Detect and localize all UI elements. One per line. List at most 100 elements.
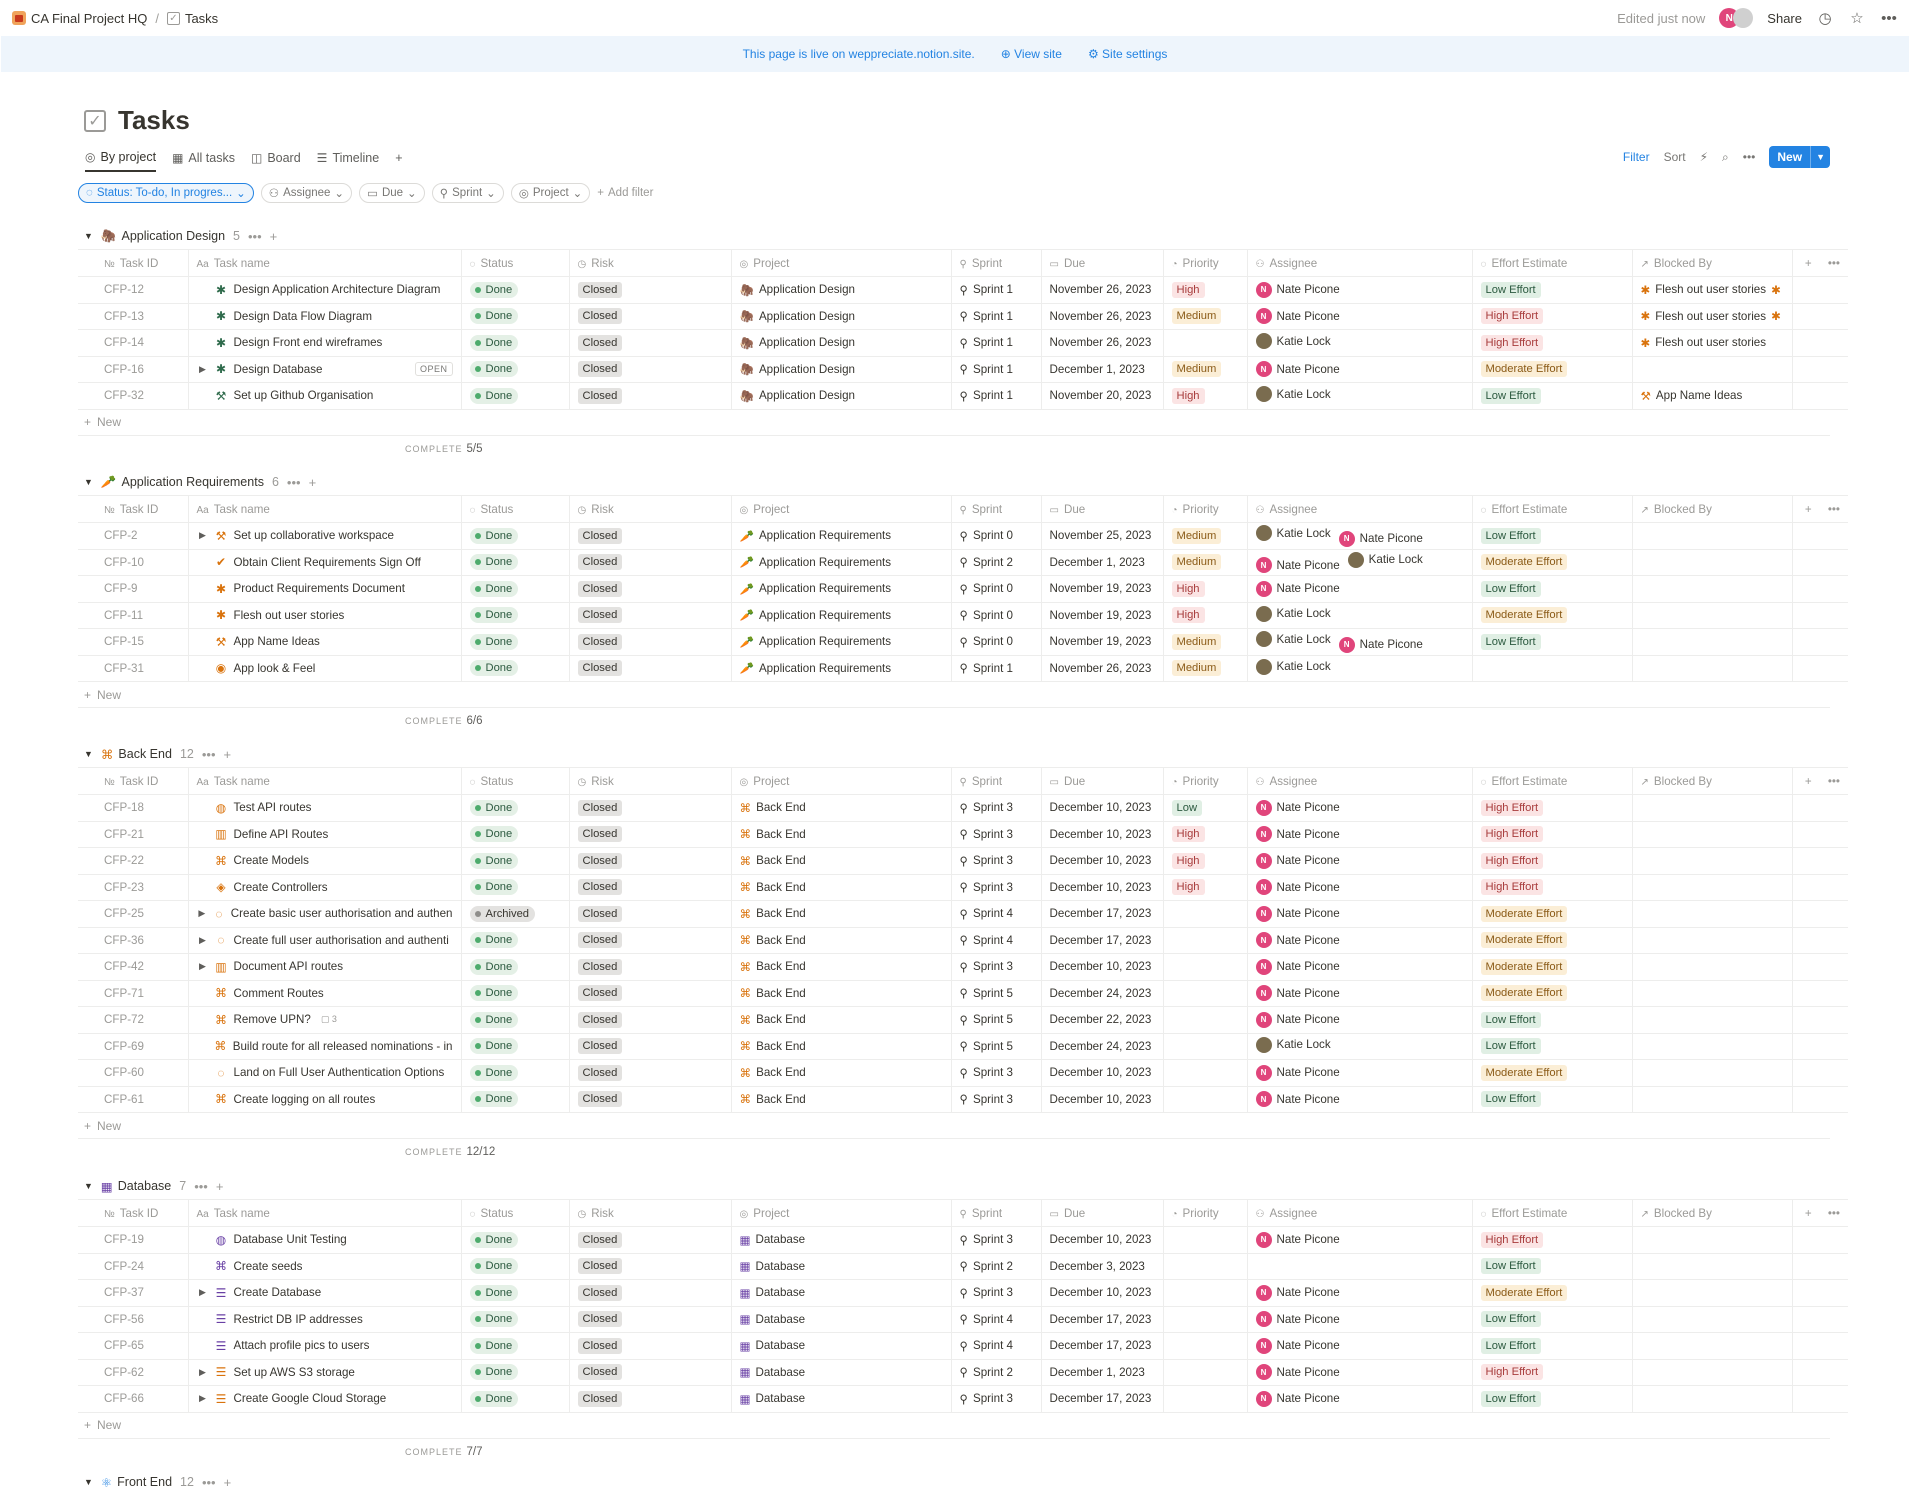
assignee[interactable]: Katie Lock: [1347, 551, 1423, 568]
sprint-link[interactable]: ⚲ Sprint 3: [960, 801, 1033, 815]
new-button[interactable]: New ▼: [1769, 146, 1830, 168]
column-header-project[interactable]: ◎ Project: [730, 495, 951, 523]
project-link[interactable]: 🥕 Application Requirements: [740, 608, 943, 623]
sprint-link[interactable]: ⚲ Sprint 1: [960, 309, 1033, 324]
task-name[interactable]: Create Controllers: [234, 881, 328, 894]
table-row[interactable]: CFP-37 ▶ ☰ Create Database Done Closed ▦ Databa…: [78, 1279, 1848, 1307]
column-header-priority[interactable]: ◔ Priority: [1162, 767, 1247, 795]
sprint-link[interactable]: ⚲ Sprint 4: [960, 907, 1033, 921]
task-name[interactable]: App look & Feel: [234, 662, 316, 675]
assignee[interactable]: N Nate Picone: [1255, 1284, 1340, 1301]
more-icon[interactable]: •••: [1828, 1207, 1840, 1220]
assignee[interactable]: N Nate Picone: [1255, 1064, 1340, 1081]
tab-all-tasks[interactable]: ▦ All tasks: [172, 151, 235, 171]
group-name[interactable]: ⌘ Back End: [101, 747, 172, 762]
new-button-label[interactable]: New: [1769, 146, 1812, 168]
star-icon[interactable]: ☆: [1848, 9, 1866, 27]
table-row[interactable]: CFP-72 ⌘ Remove UPN? ▢ 3 Done Closed ⌘ Back End…: [78, 1006, 1848, 1034]
sprint-filter[interactable]: ⚲ Sprint ⌄: [431, 183, 504, 203]
project-link[interactable]: ▦ Database: [740, 1365, 943, 1380]
column-header-sprint[interactable]: ⚲ Sprint: [950, 1199, 1041, 1227]
task-name[interactable]: Obtain Client Requirements Sign Off: [234, 556, 421, 569]
column-header-risk[interactable]: ◷ Risk: [568, 1199, 731, 1227]
assignee[interactable]: N Nate Picone: [1255, 852, 1340, 869]
sprint-link[interactable]: ⚲ Sprint 2: [960, 1365, 1033, 1380]
toggle-arrow-icon[interactable]: ▶: [197, 1393, 209, 1404]
column-header-id[interactable]: № Task ID: [78, 495, 188, 523]
assignee[interactable]: N Nate Picone: [1255, 1390, 1340, 1407]
task-name[interactable]: Restrict DB IP addresses: [234, 1313, 363, 1326]
toggle-arrow-icon[interactable]: ▶: [197, 1367, 209, 1378]
comment-count[interactable]: ▢ 3: [321, 1014, 337, 1025]
sprint-link[interactable]: ⚲ Sprint 0: [960, 608, 1033, 623]
column-header-sprint[interactable]: ⚲ Sprint: [950, 249, 1041, 277]
column-header-effort[interactable]: ◌ Effort Estimate: [1471, 495, 1632, 523]
assignee[interactable]: Katie Lock: [1255, 1036, 1331, 1053]
table-row[interactable]: CFP-13 ✱ Design Data Flow Diagram Done Close…: [78, 303, 1848, 330]
project-link[interactable]: ▦ Database: [740, 1233, 943, 1247]
more-icon[interactable]: •••: [1828, 775, 1840, 788]
table-row[interactable]: CFP-32 ⚒ Set up Github Organisation Done Clo…: [78, 382, 1848, 410]
checkbox-icon[interactable]: ✓: [84, 109, 106, 132]
task-name[interactable]: Test API routes: [234, 801, 312, 814]
more-icon[interactable]: •••: [202, 1475, 216, 1490]
column-header-project[interactable]: ◎ Project: [730, 249, 951, 277]
task-name[interactable]: Create Database: [234, 1286, 322, 1299]
breadcrumb-workspace[interactable]: CA Final Project HQ: [31, 11, 147, 26]
column-header-project[interactable]: ◎ Project: [730, 767, 951, 795]
group-name[interactable]: 🦣 Application Design: [101, 229, 225, 244]
search-icon[interactable]: ⌕: [1722, 150, 1729, 165]
breadcrumb-page[interactable]: Tasks: [185, 11, 218, 26]
project-link[interactable]: ⌘ Back End: [740, 801, 943, 815]
sprint-link[interactable]: ⚲ Sprint 5: [960, 1013, 1033, 1027]
assignee[interactable]: N Nate Picone: [1255, 1231, 1340, 1248]
task-name[interactable]: Product Requirements Document: [234, 582, 405, 595]
sprint-link[interactable]: ⚲ Sprint 4: [960, 1339, 1033, 1353]
assignee[interactable]: N Nate Picone: [1255, 1091, 1340, 1108]
page-title[interactable]: Tasks: [118, 105, 190, 136]
project-filter[interactable]: ◎ Project ⌄: [510, 183, 591, 203]
table-row[interactable]: CFP-60 ◌ Land on Full User Authentication …: [78, 1059, 1848, 1087]
task-name[interactable]: App Name Ideas: [234, 635, 320, 648]
project-link[interactable]: ⌘ Back End: [740, 1039, 943, 1054]
table-row[interactable]: CFP-12 ✱ Design Application Architecture D…: [78, 276, 1848, 304]
sprint-link[interactable]: ⚲ Sprint 4: [960, 1312, 1033, 1327]
toggle-arrow-icon[interactable]: ▶: [197, 961, 209, 972]
table-row[interactable]: CFP-61 ⌘ Create logging on all routes Done C…: [78, 1086, 1848, 1113]
project-link[interactable]: ⌘ Back End: [740, 986, 943, 1001]
table-row[interactable]: CFP-22 ⌘ Create Models Done Closed ⌘ Back End ⚲…: [78, 847, 1848, 875]
avatar-stack[interactable]: N: [1719, 8, 1754, 28]
column-header-sprint[interactable]: ⚲ Sprint: [950, 495, 1041, 523]
group-name[interactable]: ▦ Database: [101, 1179, 171, 1194]
new-row-button[interactable]: + New: [78, 1113, 1830, 1139]
assignee[interactable]: N Nate Picone: [1255, 1364, 1340, 1381]
project-link[interactable]: ▦ Database: [740, 1259, 943, 1274]
sprint-link[interactable]: ⚲ Sprint 0: [960, 635, 1033, 649]
project-link[interactable]: ⌘ Back End: [740, 827, 943, 842]
project-link[interactable]: ⌘ Back End: [740, 960, 943, 974]
sprint-link[interactable]: ⚲ Sprint 3: [960, 1392, 1033, 1406]
plus-icon[interactable]: +: [270, 229, 278, 244]
table-row[interactable]: CFP-31 ◉ App look & Feel Done Closed 🥕 Applica…: [78, 655, 1848, 682]
task-name[interactable]: Create logging on all routes: [234, 1093, 376, 1106]
view-site-link[interactable]: ⊕ View site: [1001, 47, 1062, 61]
more-icon[interactable]: •••: [194, 1179, 208, 1194]
more-icon[interactable]: •••: [202, 747, 216, 762]
column-header-sprint[interactable]: ⚲ Sprint: [950, 767, 1041, 795]
toggle-arrow-icon[interactable]: ▶: [197, 935, 209, 946]
table-row[interactable]: CFP-14 ✱ Design Front end wireframes Done Cl…: [78, 329, 1848, 357]
column-header-risk[interactable]: ◷ Risk: [568, 249, 731, 277]
column-actions[interactable]: + •••: [1791, 495, 1848, 523]
tab-board[interactable]: ◫ Board: [251, 151, 301, 171]
column-header-assignee[interactable]: ⚇ Assignee: [1246, 495, 1472, 523]
tab-by-project[interactable]: ◎ By project: [85, 150, 157, 172]
assignee[interactable]: N Nate Picone: [1255, 580, 1340, 597]
column-header-status[interactable]: ◌ Status: [460, 495, 569, 523]
task-name[interactable]: Create Models: [234, 854, 309, 867]
column-header-due[interactable]: ▭ Due: [1040, 767, 1163, 795]
table-row[interactable]: CFP-24 ⌘ Create seeds Done Closed ▦ Database ⚲ S…: [78, 1253, 1848, 1280]
sprint-link[interactable]: ⚲ Sprint 1: [960, 283, 1033, 297]
column-header-name[interactable]: Aa Task name: [187, 495, 461, 523]
project-link[interactable]: ⌘ Back End: [740, 1066, 943, 1080]
column-header-priority[interactable]: ◔ Priority: [1162, 249, 1247, 277]
